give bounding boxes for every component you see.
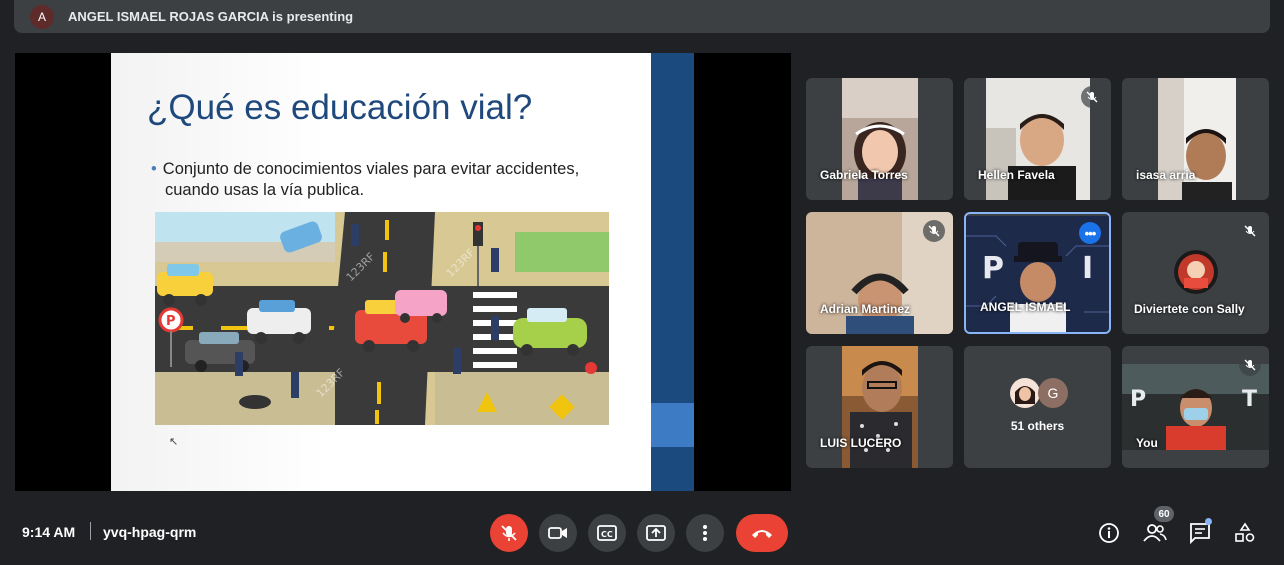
participant-tile[interactable]: Hellen Favela [964, 78, 1111, 200]
camera-icon [548, 527, 567, 539]
camera-toggle-button[interactable] [539, 514, 577, 552]
presenting-banner: A ANGEL ISMAEL ROJAS GARCIA is presentin… [14, 0, 1270, 33]
slide-bullet: • Conjunto de conocimientos viales para e… [151, 159, 631, 201]
mic-toggle-button[interactable] [490, 514, 528, 552]
meeting-code: yvq-hpag-qrm [103, 524, 197, 540]
participant-name: isasa arria [1136, 168, 1196, 182]
slide-side-stripe-accent [651, 403, 694, 447]
svg-text:P: P [982, 251, 1004, 286]
captions-button[interactable]: CC [588, 514, 626, 552]
participant-name: Gabriela Torres [820, 168, 908, 182]
others-count-label: 51 others [1010, 419, 1065, 433]
participant-tile-active[interactable]: P I ••• ANGEL ISMAEL [964, 212, 1111, 334]
chat-icon [1190, 523, 1210, 544]
mic-off-icon [501, 525, 517, 541]
bullet-icon: • [151, 160, 157, 178]
people-button[interactable] [1142, 520, 1168, 546]
mic-off-icon [1239, 220, 1261, 242]
mouse-cursor-icon: ↖ [169, 436, 179, 448]
participant-tile[interactable]: Diviertete con Sally [1122, 212, 1269, 334]
participant-tile[interactable]: isasa arria [1122, 78, 1269, 200]
clock: 9:14 AM [22, 524, 76, 540]
participant-tile[interactable]: Gabriela Torres [806, 78, 953, 200]
more-vert-icon [703, 525, 707, 541]
slide-title: ¿Qué es educación vial? [147, 88, 533, 127]
presentation-stage[interactable]: ¿Qué es educación vial? • Conjunto de con… [15, 53, 791, 491]
mic-off-icon [1239, 354, 1261, 376]
present-screen-icon [646, 525, 666, 541]
more-options-button[interactable] [686, 514, 724, 552]
presenting-text: ANGEL ISMAEL ROJAS GARCIA is presenting [68, 9, 354, 24]
participant-tile[interactable]: LUIS LUCERO [806, 346, 953, 468]
participant-name: Adrian Martinez [820, 302, 911, 316]
divider [90, 522, 91, 540]
svg-text:T: T [1242, 387, 1257, 412]
mic-off-icon [923, 220, 945, 242]
participant-name: Diviertete con Sally [1134, 302, 1245, 316]
participant-avatar [1174, 250, 1218, 294]
participant-name: LUIS LUCERO [820, 436, 902, 450]
hang-up-icon [752, 530, 772, 538]
slide: ¿Qué es educación vial? • Conjunto de con… [111, 53, 651, 491]
more-options-icon[interactable]: ••• [1079, 222, 1101, 244]
participant-tile[interactable]: Adrian Martinez [806, 212, 953, 334]
svg-text:I: I [1082, 251, 1093, 286]
leave-call-button[interactable] [736, 514, 788, 552]
meeting-details-button[interactable] [1096, 520, 1122, 546]
participant-tile-self[interactable]: P T You [1122, 346, 1269, 468]
captions-icon: CC [597, 525, 617, 541]
bullet-line-2: cuando usas la vía publica. [165, 181, 365, 199]
others-tile[interactable]: G 51 others [964, 346, 1111, 468]
people-count-badge: 60 [1154, 506, 1174, 522]
participant-name: Hellen Favela [978, 168, 1055, 182]
svg-text:P: P [166, 314, 176, 329]
info-icon [1099, 523, 1119, 543]
road-safety-illustration: P 123RF 123RF 123RF [155, 212, 609, 425]
present-now-button[interactable] [637, 514, 675, 552]
participant-name: You [1136, 436, 1158, 450]
activities-button[interactable] [1232, 520, 1258, 546]
chat-notification-dot [1205, 518, 1212, 525]
mic-off-icon [1081, 86, 1103, 108]
svg-text:CC: CC [601, 530, 613, 539]
bottom-bar: 9:14 AM yvq-hpag-qrm CC [0, 500, 1284, 565]
svg-text:P: P [1130, 387, 1146, 412]
bullet-line-1: Conjunto de conocimientos viales para ev… [162, 160, 580, 178]
people-icon [1143, 524, 1167, 542]
participant-name: ANGEL ISMAEL [980, 300, 1071, 314]
participant-avatar [1010, 378, 1040, 408]
participant-avatar-letter: G [1038, 378, 1068, 408]
activities-icon [1235, 522, 1255, 542]
presenter-avatar: A [30, 4, 54, 29]
